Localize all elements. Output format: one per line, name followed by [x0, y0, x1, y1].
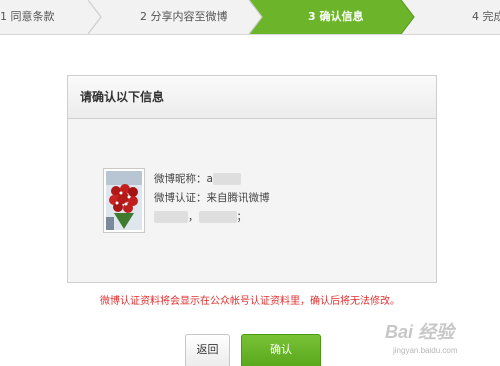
- weibo-nickname-label: 微博昵称：a: [154, 173, 213, 185]
- warning-message: 微博认证资料将会显示在公众帐号认证资料里，确认后将无法修改。: [100, 296, 400, 307]
- verification-detail-row: ，；: [154, 208, 270, 227]
- weibo-verification-row: 微博认证：来自腾讯微博: [154, 189, 270, 208]
- weibo-nickname-row: 微博昵称：a: [154, 170, 270, 189]
- confirm-info-panel: 请确认以下信息 微博昵称：a 微博认证：来自腾讯微博 ， ；: [67, 75, 437, 283]
- step-3-confirm-info: 3 确认信息: [308, 10, 364, 23]
- watermark-url: jingyan.baidu.com: [393, 346, 458, 355]
- back-button[interactable]: 返回: [185, 334, 230, 366]
- weibo-verification-label: 微博认证：来自腾讯微博: [154, 192, 270, 204]
- step-1-agree-terms: 1 同意条款: [0, 10, 55, 23]
- baidu-jingyan-watermark: Bai 经验 jingyan.baidu.com: [383, 318, 498, 364]
- step-bar-background: [87, 0, 415, 34]
- detail-separator: ；: [236, 211, 248, 223]
- confirm-button[interactable]: 确认: [241, 334, 321, 366]
- rose-bouquet-avatar-image: [106, 171, 142, 230]
- progress-step-bar: 1 同意条款 2 分享内容至微博 3 确认信息 4 完成: [0, 0, 500, 35]
- step-4-complete: 4 完成: [472, 10, 500, 23]
- blurred-detail: [198, 211, 237, 223]
- panel-title: 请确认以下信息: [68, 76, 436, 119]
- blurred-detail: [154, 211, 188, 223]
- step-separator-chevron: [87, 0, 102, 34]
- avatar: [103, 168, 145, 233]
- weibo-account-info: 微博昵称：a 微博认证：来自腾讯微博 ，；: [154, 170, 270, 227]
- detail-separator: ，: [188, 211, 199, 223]
- watermark-brand: Bai 经验: [385, 322, 455, 342]
- step-2-share-to-weibo: 2 分享内容至微博: [140, 10, 228, 23]
- blurred-nickname: [212, 173, 241, 185]
